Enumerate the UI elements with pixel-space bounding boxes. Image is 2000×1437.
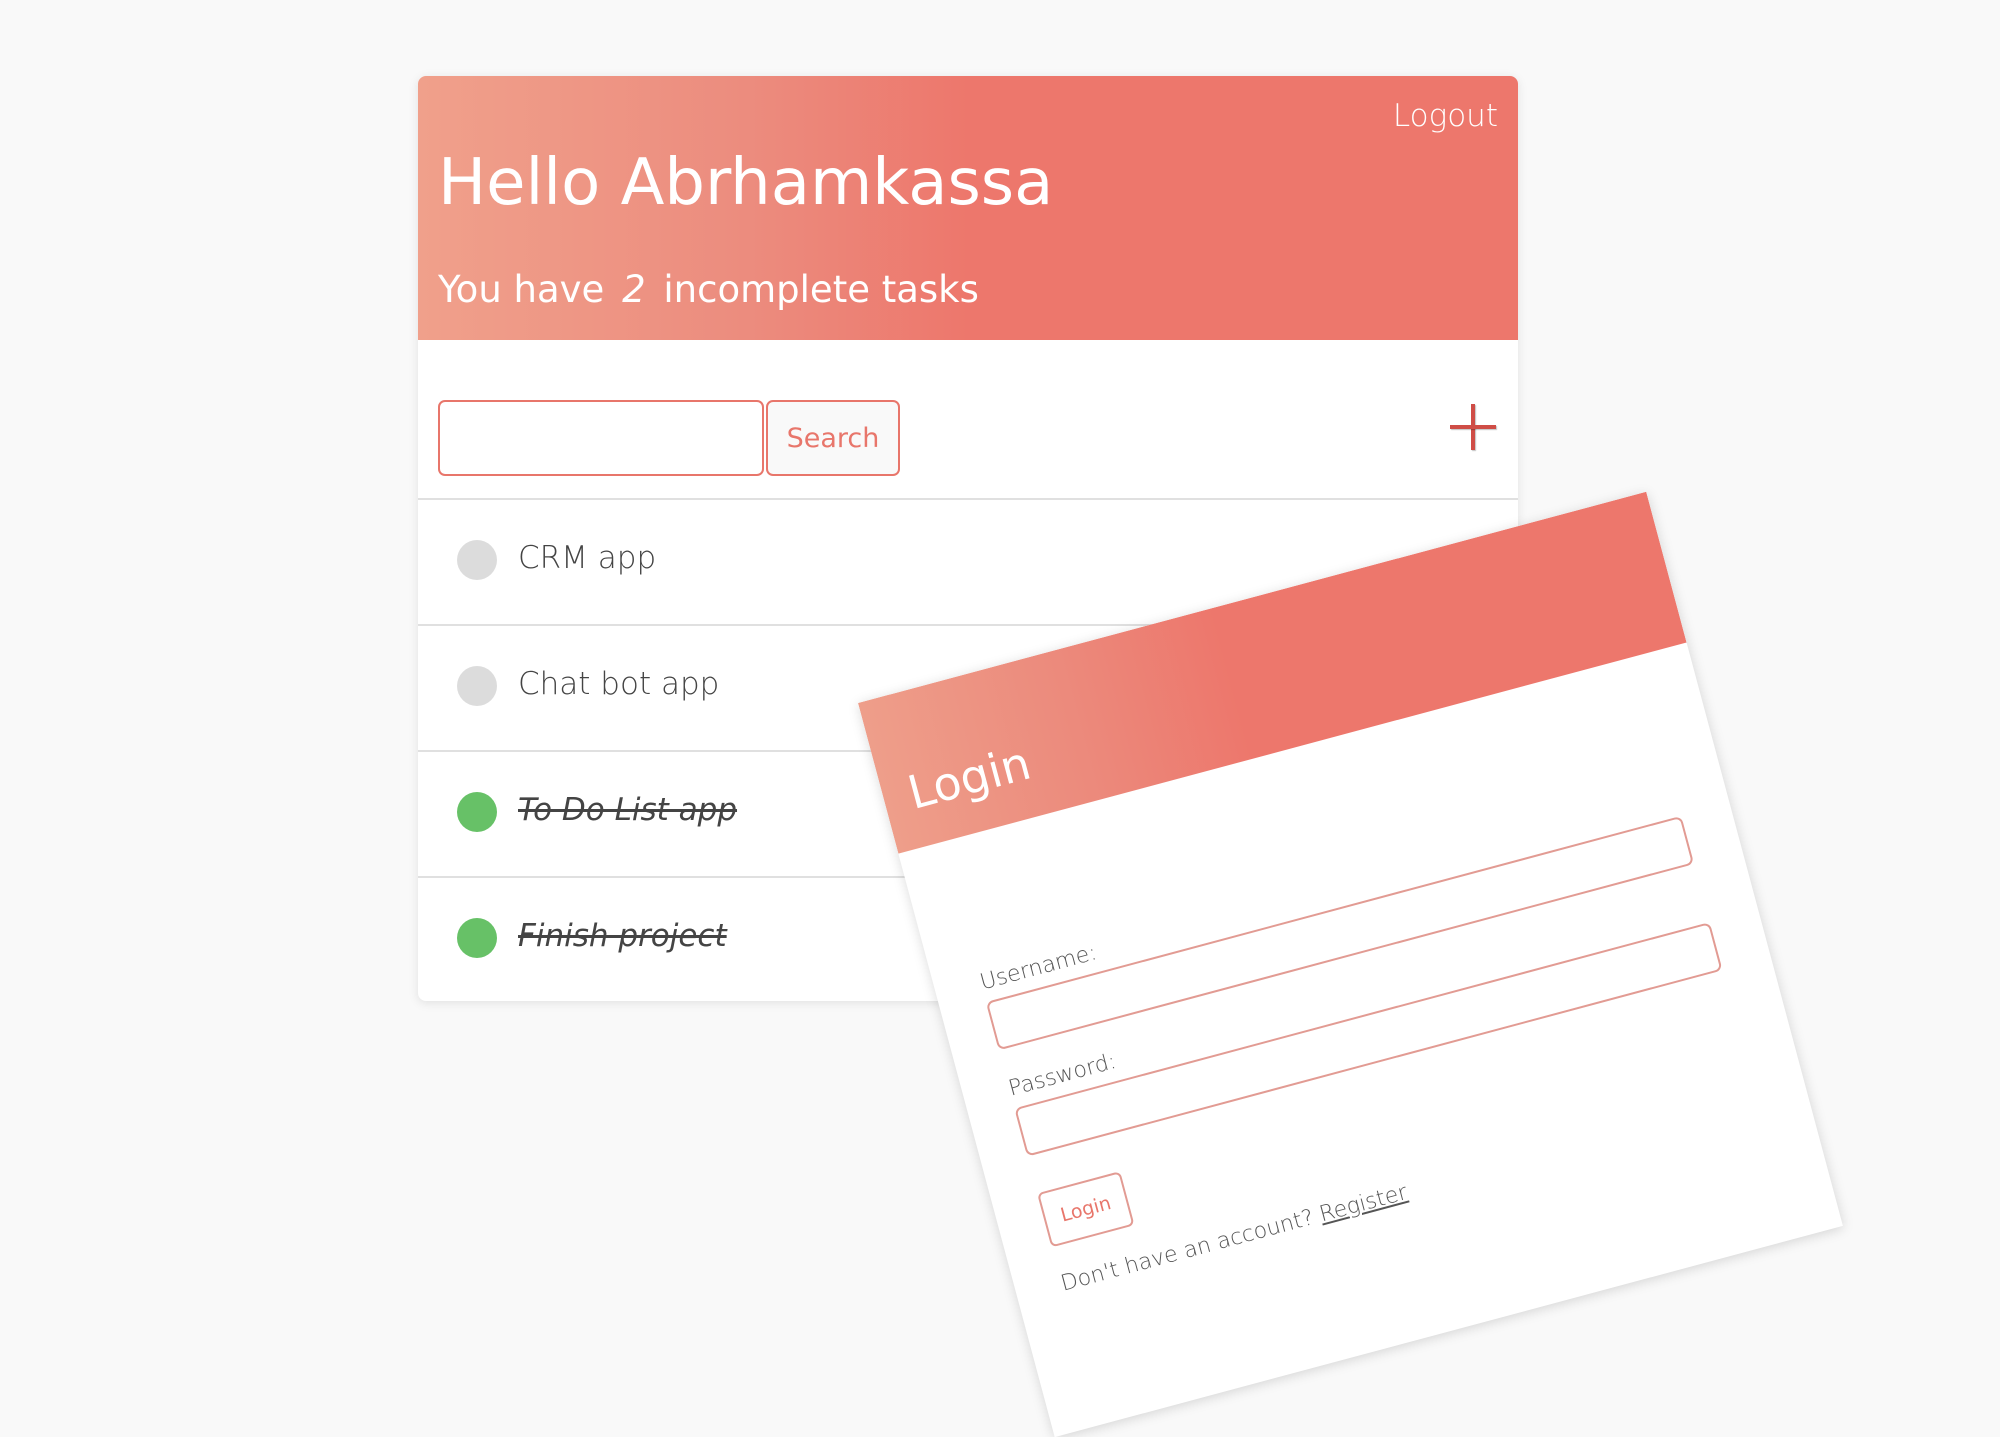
login-title: Login [902, 735, 1037, 820]
greeting-title: Hello Abrhamkassa [438, 146, 1054, 220]
username-field[interactable] [985, 815, 1695, 1051]
register-link[interactable]: Register [1317, 1180, 1410, 1227]
status-indicator[interactable] [457, 918, 497, 958]
status-indicator[interactable] [457, 792, 497, 832]
task-label[interactable]: Finish project [518, 918, 727, 954]
incomplete-summary: You have 2 incomplete tasks [438, 268, 979, 311]
status-indicator[interactable] [457, 666, 497, 706]
password-field[interactable] [1014, 922, 1723, 1157]
task-label[interactable]: To Do List app [518, 792, 737, 828]
incomplete-prefix: You have [438, 268, 605, 311]
search-input[interactable] [438, 400, 764, 476]
task-label[interactable]: CRM app [518, 540, 656, 576]
incomplete-suffix: incomplete tasks [663, 268, 979, 311]
login-button[interactable]: Login [1037, 1171, 1135, 1248]
incomplete-count: 2 [622, 268, 646, 311]
todo-header: Logout Hello Abrhamkassa You have 2 inco… [418, 76, 1518, 340]
status-indicator[interactable] [457, 540, 497, 580]
plus-icon[interactable] [1448, 402, 1498, 452]
search-button[interactable]: Search [766, 400, 900, 476]
logout-link[interactable]: Logout [1393, 98, 1498, 134]
task-label[interactable]: Chat bot app [518, 666, 719, 702]
